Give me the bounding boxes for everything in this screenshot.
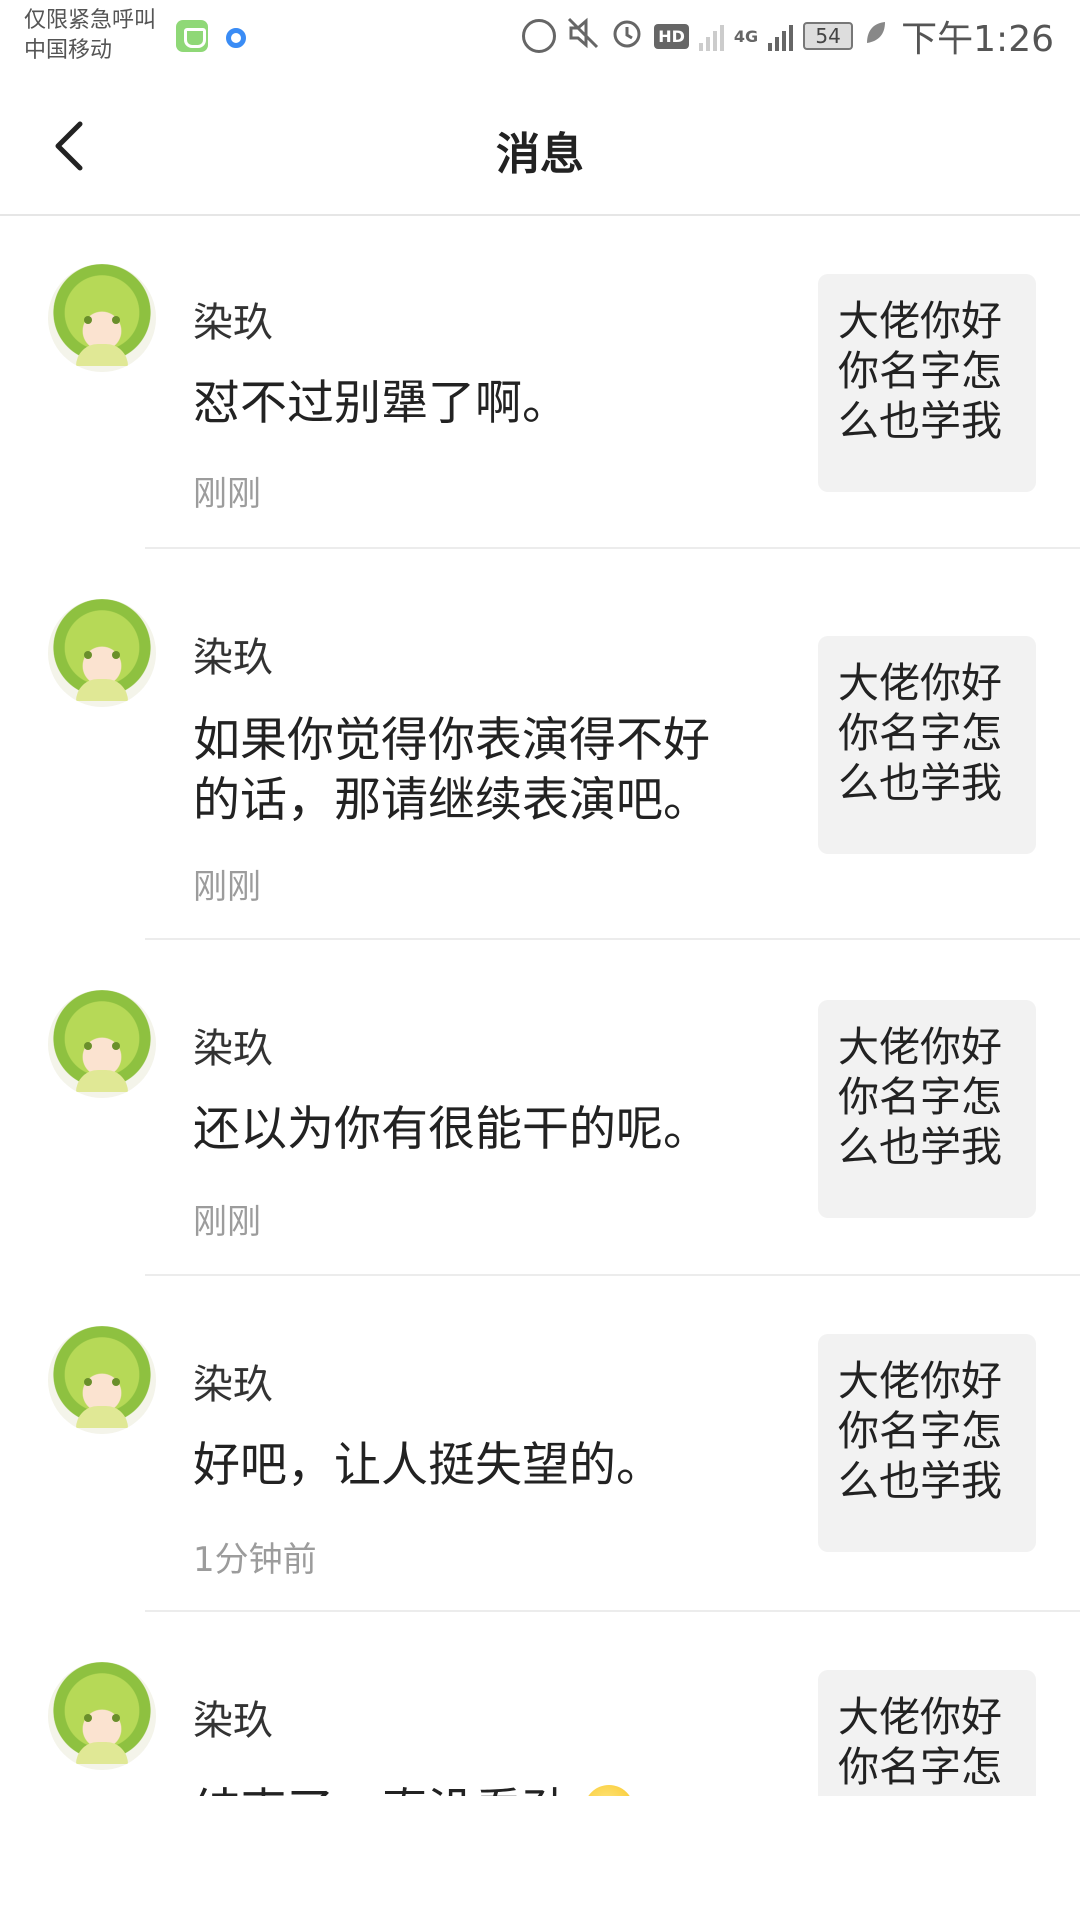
message-text: 好吧，让人挺失望的。 bbox=[193, 1438, 663, 1493]
avatar[interactable] bbox=[48, 990, 156, 1098]
sender-name[interactable]: 染玖 bbox=[193, 1352, 273, 1410]
signal-sim1-icon bbox=[698, 21, 724, 51]
top-app-bar: 消息 bbox=[0, 78, 1080, 216]
avatar[interactable] bbox=[48, 599, 156, 707]
battery-icon: 54 bbox=[803, 22, 854, 50]
mute-icon bbox=[566, 16, 600, 56]
message-list[interactable]: 染玖 怼不过别犟了啊。 刚刚 大佬你好你名字怎么也学我 染玖 如果你觉得你表演得… bbox=[0, 216, 1080, 1796]
referenced-post-card[interactable]: 大佬你好你名字怎么也学我 bbox=[818, 636, 1036, 854]
sender-name[interactable]: 染玖 bbox=[193, 1688, 273, 1746]
sender-name[interactable]: 染玖 bbox=[193, 1016, 273, 1074]
carrier-info: 仅限紧急呼叫 中国移动 bbox=[24, 6, 156, 66]
status-icons: HD 4G 54 下午1:26 bbox=[522, 14, 1054, 60]
sender-name[interactable]: 染玖 bbox=[193, 290, 273, 348]
message-text: 如果你觉得你表演得不好的话，那请继续表演吧。 bbox=[193, 713, 710, 828]
avatar[interactable] bbox=[48, 1662, 156, 1770]
carrier-line-2: 中国移动 bbox=[24, 38, 113, 63]
referenced-post-card[interactable]: 大佬你好你名字怎么也学我 bbox=[818, 274, 1036, 492]
hd-icon: HD bbox=[654, 23, 689, 49]
avatar[interactable] bbox=[48, 264, 156, 372]
referenced-post-card[interactable]: 大佬你好你名字怎么也学我 bbox=[818, 1670, 1036, 1796]
referenced-post-card[interactable]: 大佬你好你名字怎么也学我 bbox=[818, 1000, 1036, 1218]
message-text: 怼不过别犟了啊。 bbox=[193, 376, 569, 431]
signal-sim2-icon bbox=[768, 21, 794, 51]
wechat-notification-icon bbox=[176, 20, 208, 52]
message-text: 结束了，真没看劲 bbox=[193, 1782, 753, 1796]
avatar[interactable] bbox=[48, 1326, 156, 1434]
sender-name[interactable]: 染玖 bbox=[193, 625, 273, 683]
carrier-line-1: 仅限紧急呼叫 bbox=[24, 8, 157, 33]
message-text: 还以为你有很能干的呢。 bbox=[193, 1102, 710, 1157]
message-row[interactable]: 染玖 还以为你有很能干的呢。 刚刚 大佬你好你名字怎么也学我 bbox=[0, 940, 1080, 1276]
referenced-post-card[interactable]: 大佬你好你名字怎么也学我 bbox=[818, 1334, 1036, 1552]
network-type-label: 4G bbox=[733, 26, 759, 46]
message-row[interactable]: 染玖 怼不过别犟了啊。 刚刚 大佬你好你名字怎么也学我 bbox=[0, 216, 1080, 549]
message-time: 1分钟前 bbox=[193, 1540, 317, 1580]
app-notification-icon bbox=[226, 28, 246, 48]
clock: 下午1:26 bbox=[901, 19, 1054, 60]
page-title: 消息 bbox=[496, 129, 584, 180]
message-row[interactable]: 染玖 结束了，真没看劲 大佬你好你名字怎么也学我 bbox=[0, 1612, 1080, 1796]
status-bar: 仅限紧急呼叫 中国移动 HD 4G 54 下午1:26 bbox=[0, 0, 1080, 78]
message-time: 刚刚 bbox=[193, 1202, 261, 1242]
message-row[interactable]: 染玖 如果你觉得你表演得不好的话，那请继续表演吧。 刚刚 大佬你好你名字怎么也学… bbox=[0, 549, 1080, 940]
message-time: 刚刚 bbox=[193, 474, 261, 514]
message-text-content: 结束了，真没看劲 bbox=[193, 1784, 569, 1796]
data-saver-icon bbox=[522, 19, 557, 53]
alarm-icon bbox=[610, 16, 644, 56]
message-row[interactable]: 染玖 好吧，让人挺失望的。 1分钟前 大佬你好你名字怎么也学我 bbox=[0, 1276, 1080, 1612]
power-saving-leaf-icon bbox=[863, 19, 887, 53]
emoji-icon bbox=[583, 1785, 634, 1796]
message-time: 刚刚 bbox=[193, 867, 261, 907]
